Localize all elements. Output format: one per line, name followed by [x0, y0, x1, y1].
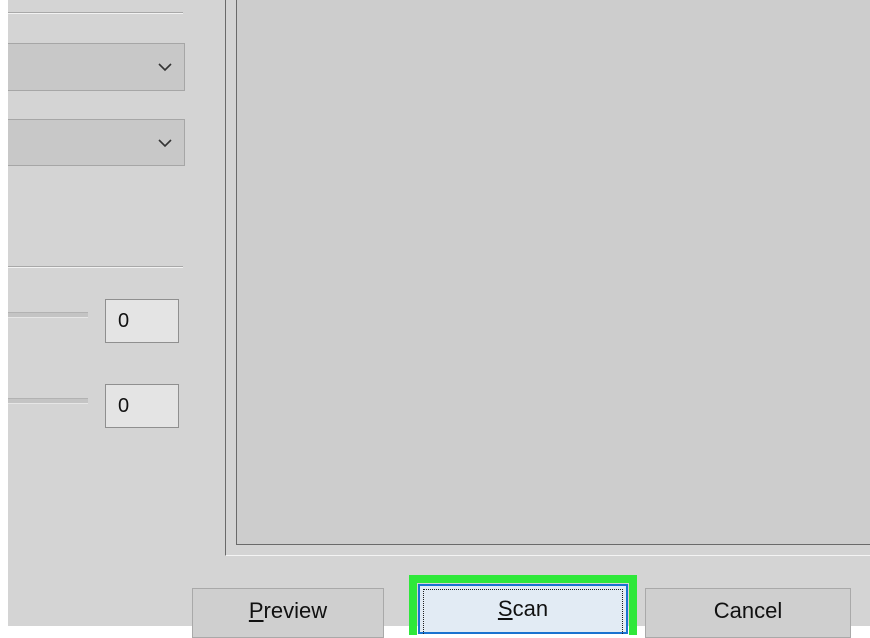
contrast-slider[interactable]	[8, 398, 88, 404]
preview-button[interactable]: Preview	[192, 588, 384, 638]
scan-button[interactable]: Scan	[418, 584, 628, 634]
contrast-value-field[interactable]: 0	[105, 384, 179, 428]
cancel-button[interactable]: Cancel	[645, 588, 851, 638]
chevron-down-icon[interactable]	[158, 62, 172, 72]
section-divider	[8, 266, 183, 268]
preview-button-accel: P	[248, 598, 264, 623]
scan-dialog: 0 0 Preview Cancel	[8, 0, 870, 638]
combo-box-2[interactable]	[8, 119, 185, 166]
brightness-value-field[interactable]: 0	[105, 299, 179, 343]
focus-rectangle	[423, 589, 623, 634]
top-divider	[8, 12, 183, 14]
brightness-slider[interactable]	[8, 312, 88, 318]
preview-pane	[236, 0, 870, 545]
preview-pane-frame	[225, 0, 870, 556]
cancel-button-label: Cancel	[713, 598, 783, 623]
chevron-down-icon[interactable]	[158, 138, 172, 148]
combo-box-1[interactable]	[8, 43, 185, 91]
preview-button-rest: review	[263, 598, 328, 623]
